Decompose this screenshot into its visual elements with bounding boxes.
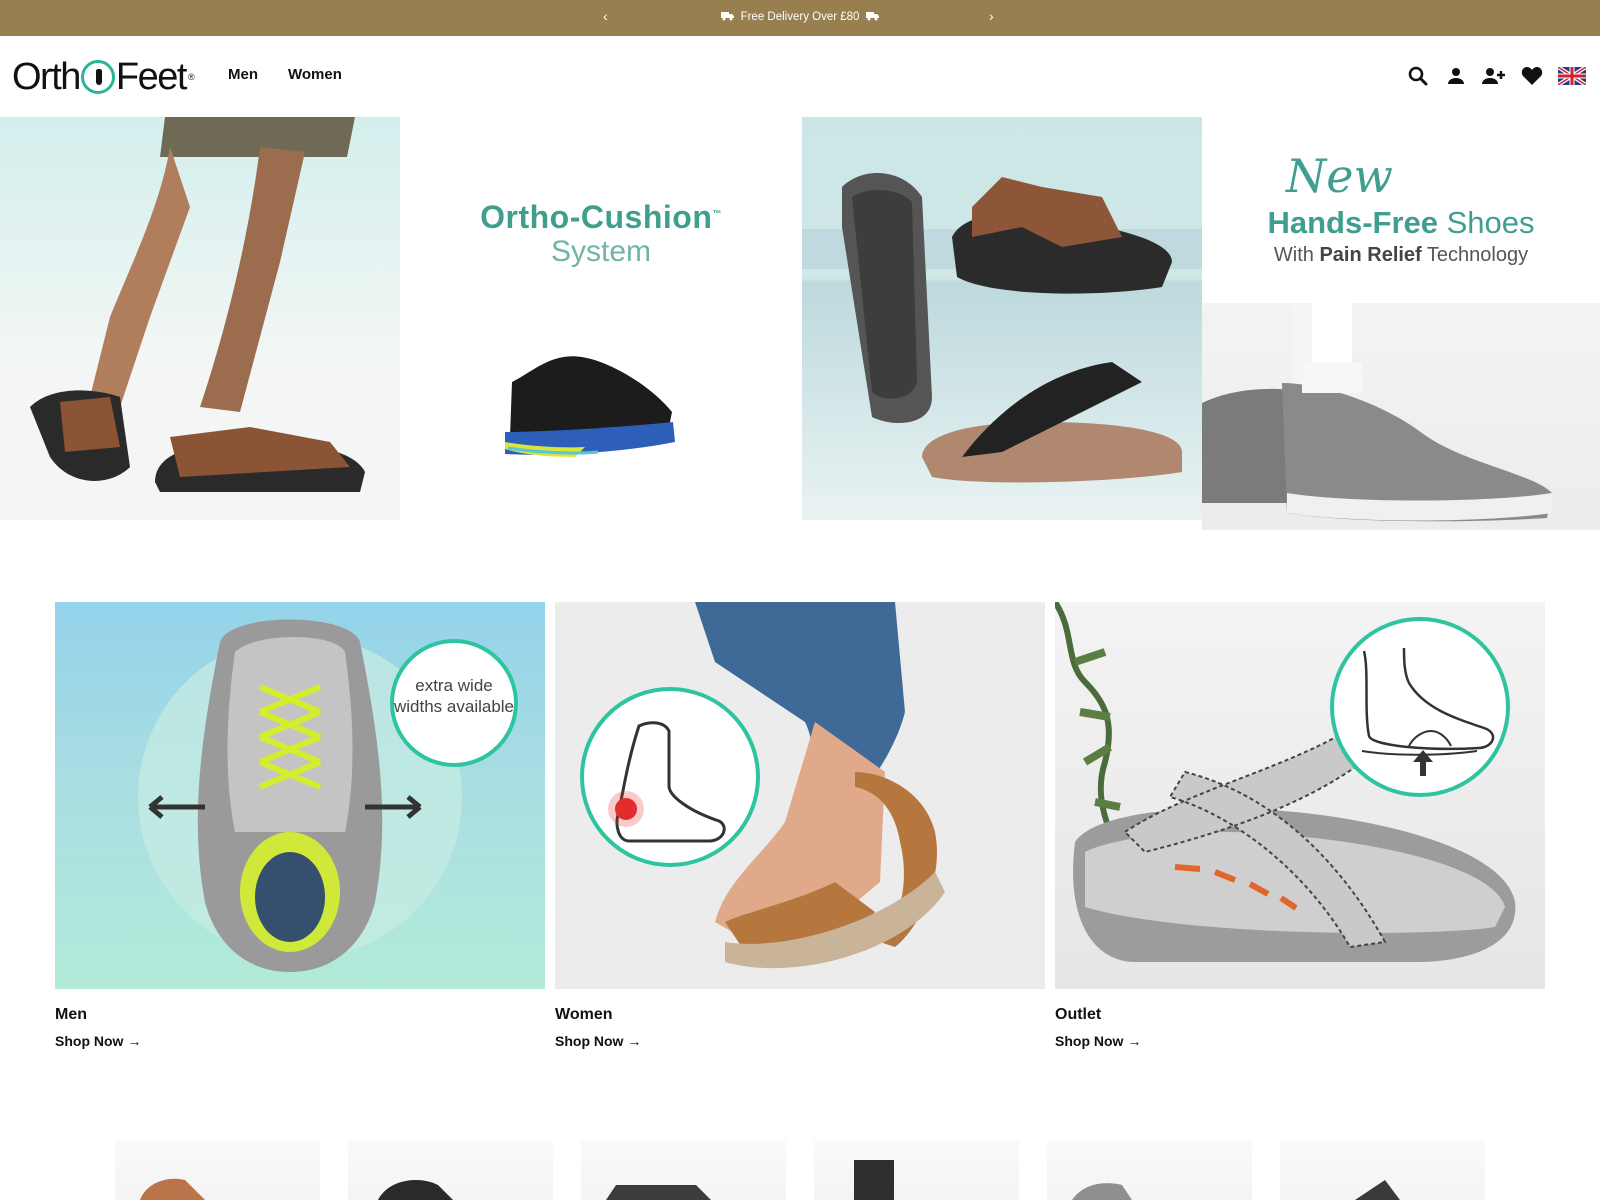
product-thumb[interactable] <box>1047 1140 1252 1200</box>
truck-icon <box>865 11 879 24</box>
category-name-women: Women <box>555 1006 613 1023</box>
product-thumb[interactable] <box>581 1140 786 1200</box>
extra-wide-badge-text: extra wide widths available <box>394 676 515 716</box>
truck-icon <box>721 11 735 24</box>
arch-support-badge <box>1330 617 1510 797</box>
uk-flag-icon[interactable] <box>1558 66 1586 86</box>
hero-panel-sandal-legs[interactable] <box>0 117 400 520</box>
arch-support-foot-icon <box>1361 647 1495 776</box>
product-strip <box>115 1140 1495 1200</box>
cushion-shoe-image <box>505 356 675 457</box>
shop-now-women-link[interactable]: Shop Now → <box>555 1033 641 1049</box>
ortho-cushion-title: Ortho-Cushion™ <box>400 199 802 236</box>
product-thumb[interactable] <box>115 1140 320 1200</box>
hands-free-new-script: New <box>1286 149 1393 203</box>
logo-foot-mark-icon <box>80 60 115 94</box>
ortho-cushion-title-text: Ortho-Cushion <box>480 199 713 235</box>
trademark-mark: ™ <box>712 208 722 219</box>
search-icon[interactable] <box>1406 64 1430 88</box>
hero-panel-ortho-cushion[interactable]: Ortho-Cushion™ System <box>400 117 802 520</box>
hands-free-sub-bold: Pain Relief <box>1319 244 1422 266</box>
logo-text-left: Orth <box>12 55 81 98</box>
hands-free-title-light: Shoes <box>1446 205 1535 240</box>
main-nav: Men Women <box>228 66 342 83</box>
heel-pain-badge <box>580 687 760 867</box>
category-cards: extra wide widths available Men Shop Now… <box>55 602 1545 1062</box>
wishlist-icon[interactable] <box>1520 64 1544 88</box>
register-icon[interactable] <box>1482 64 1506 88</box>
shop-now-outlet-link[interactable]: Shop Now → <box>1055 1033 1141 1049</box>
hands-free-sub-suffix: Technology <box>1426 244 1529 266</box>
hero-panel-sandals[interactable] <box>802 117 1202 520</box>
sandals-product-image <box>802 173 1202 483</box>
site-header: Orth Feet ® Men Women <box>0 36 1600 117</box>
hands-free-sub-prefix: With <box>1273 244 1314 266</box>
ortho-cushion-subtitle: System <box>550 235 652 268</box>
announcement-message-wrap: Free Delivery Over £80 <box>0 11 1600 24</box>
category-name-men: Men <box>55 1006 87 1023</box>
category-card-women: Women Shop Now → <box>555 602 1045 1051</box>
heel-pain-foot-icon <box>608 721 726 843</box>
logo-registered-mark: ® <box>187 72 195 82</box>
hero-banner: Ortho-Cushion™ System New Hands-Free Sho… <box>0 117 1600 530</box>
hero-panel-hands-free[interactable]: New Hands-Free Shoes With Pain Relief Te… <box>1202 117 1600 530</box>
extra-wide-badge: extra wide widths available <box>390 639 518 767</box>
product-thumb[interactable] <box>814 1140 1019 1200</box>
category-card-men: extra wide widths available Men Shop Now… <box>55 602 545 1051</box>
category-image-outlet[interactable] <box>1055 602 1545 989</box>
hands-free-title: Hands-Free Shoes <box>1202 205 1600 241</box>
category-image-men[interactable]: extra wide widths available <box>55 602 545 989</box>
hands-free-subtitle: With Pain Relief Technology <box>1202 244 1600 267</box>
announcement-message: Free Delivery Over £80 <box>740 11 860 23</box>
orthofeet-logo[interactable]: Orth Feet ® <box>12 56 195 98</box>
shop-now-men-link[interactable]: Shop Now → <box>55 1033 141 1049</box>
logo-text-right: Feet <box>115 55 188 98</box>
nav-item-men[interactable]: Men <box>228 66 258 83</box>
sandal-legs-image <box>30 117 365 492</box>
product-thumb[interactable] <box>1280 1140 1485 1200</box>
announcement-next-button[interactable]: › <box>989 8 994 24</box>
category-card-outlet: Outlet Shop Now → <box>1055 602 1545 1051</box>
hands-free-shoes-image <box>1202 303 1600 530</box>
category-image-women[interactable] <box>555 602 1045 989</box>
hands-free-title-bold: Hands-Free <box>1267 205 1438 240</box>
nav-item-women[interactable]: Women <box>288 66 342 83</box>
header-icons <box>1406 64 1586 88</box>
announcement-bar: ‹ Free Delivery Over £80 › <box>0 0 1600 36</box>
category-name-outlet: Outlet <box>1055 1006 1102 1023</box>
product-thumb[interactable] <box>348 1140 553 1200</box>
account-icon[interactable] <box>1444 64 1468 88</box>
